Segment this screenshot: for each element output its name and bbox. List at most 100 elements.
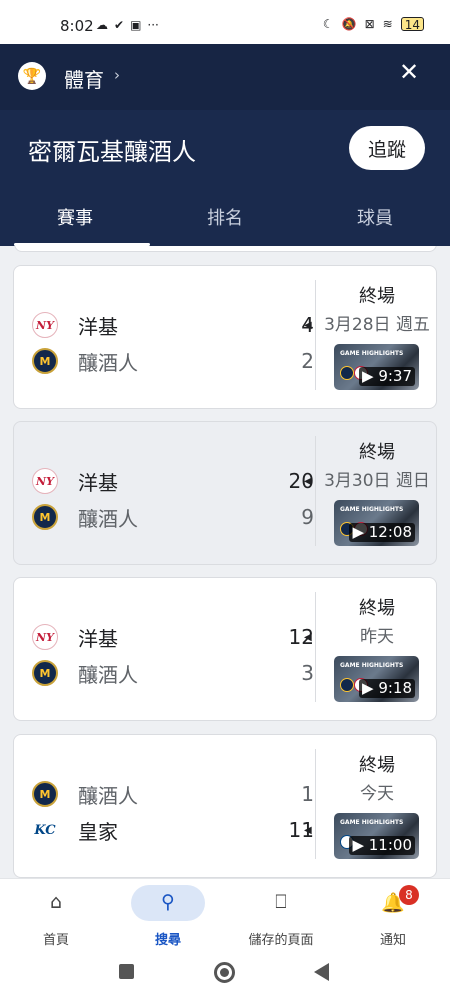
card-divider: [315, 436, 316, 546]
highlight-label: GAME HIGHLIGHTS: [340, 662, 404, 669]
check-circle-icon: ✔: [114, 18, 125, 32]
more-icon: ···: [147, 18, 159, 32]
tab-players[interactable]: 球員: [300, 198, 450, 246]
brewers-logo-icon: M: [32, 504, 58, 530]
team-row: M 釀酒人 3: [32, 658, 314, 688]
bottom-nav: ⌂ 首頁 ⚲ 搜尋 ⎕ 儲存的頁面 🔔 8 通知: [0, 878, 450, 954]
game-status: 終場: [359, 598, 395, 619]
game-date: 3月28日 週五: [324, 315, 430, 335]
recents-icon[interactable]: [119, 964, 134, 979]
team-row: M 釀酒人 9: [32, 502, 314, 532]
team-row: NY 洋基 12: [32, 622, 314, 652]
bookmark-icon: ⎕: [275, 891, 287, 913]
status-icons-left: ☁ ✔ ▣ ···: [96, 18, 159, 32]
briefcase-icon: ▣: [130, 18, 142, 32]
highlight-label: GAME HIGHLIGHTS: [340, 819, 404, 826]
team-score: 9: [301, 505, 314, 529]
status-time: 8:02: [60, 17, 94, 35]
brewers-logo-icon: M: [32, 348, 58, 374]
winner-arrow-icon: ◀: [304, 320, 312, 331]
highlight-label: GAME HIGHLIGHTS: [340, 506, 404, 513]
team-score: 2: [301, 349, 314, 373]
bell-icon: 🔔: [381, 892, 405, 914]
yankees-logo-icon: NY: [32, 624, 58, 650]
play-icon: ▶: [362, 679, 379, 697]
team-row: NY 洋基 4: [32, 310, 314, 340]
team-row: NY 洋基 20: [32, 466, 314, 496]
play-icon: ▶: [352, 836, 369, 854]
back-icon[interactable]: [314, 963, 329, 981]
yankees-logo-icon: NY: [32, 312, 58, 338]
nav-home[interactable]: ⌂ 首頁: [0, 879, 112, 955]
highlight-video-thumbnail[interactable]: GAME HIGHLIGHTS ▶ 11:00: [334, 813, 419, 859]
trophy-icon[interactable]: 🏆: [18, 62, 46, 90]
mute-icon: 🔕: [341, 17, 357, 31]
home-button-icon[interactable]: [214, 962, 235, 983]
game-date: 昨天: [360, 627, 394, 647]
brewers-mini-logo-icon: [340, 366, 354, 380]
status-icons-right: ☾ 🔕 ⊠ ≋ 14: [322, 17, 424, 32]
cloud-icon: ☁: [96, 18, 108, 32]
moon-icon: ☾: [322, 17, 334, 31]
winner-arrow-icon: ◀: [304, 476, 312, 487]
winner-arrow-icon: ◀: [304, 825, 312, 836]
team-name: 洋基: [78, 470, 118, 495]
team-title: 密爾瓦基釀酒人: [28, 138, 196, 166]
battery-icon: 14: [400, 17, 424, 32]
highlight-video-thumbnail[interactable]: GAME HIGHLIGHTS ▶ 12:08: [334, 500, 419, 546]
duration-text: 9:18: [378, 679, 412, 697]
winner-arrow-icon: ◀: [304, 632, 312, 643]
tab-games[interactable]: 賽事: [0, 198, 150, 246]
card-divider: [315, 592, 316, 702]
no-sim-icon: ⊠: [364, 17, 375, 31]
play-icon: ▶: [352, 523, 369, 541]
games-list[interactable]: NY 洋基 4 ◀ M 釀酒人 2 終場 3月28日 週五 GAME HIGHL…: [0, 246, 450, 878]
team-name: 釀酒人: [78, 662, 138, 687]
duration-text: 12:08: [368, 523, 412, 541]
notification-badge: 8: [399, 885, 419, 905]
team-score: 1: [301, 782, 314, 806]
card-divider: [315, 280, 316, 390]
nav-search[interactable]: ⚲ 搜尋: [112, 879, 224, 955]
duration-text: 11:00: [368, 836, 412, 854]
game-card[interactable]: NY 洋基 4 ◀ M 釀酒人 2 終場 3月28日 週五 GAME HIGHL…: [13, 265, 437, 409]
nav-notifications[interactable]: 🔔 8 通知: [337, 879, 449, 955]
team-name: 釀酒人: [78, 783, 138, 808]
game-card-partial[interactable]: [14, 246, 437, 252]
card-divider: [315, 749, 316, 859]
team-row: KC 皇家 11: [32, 815, 314, 845]
royals-logo-icon: KC: [32, 817, 58, 843]
game-card[interactable]: M 釀酒人 1 KC 皇家 11 ◀ 終場 今天 GAME HIGHLIGHTS…: [13, 734, 437, 878]
duration-text: 9:37: [378, 367, 412, 385]
team-row: M 釀酒人 2: [32, 346, 314, 376]
team-name: 皇家: [78, 819, 118, 844]
search-icon: ⚲: [161, 891, 175, 913]
status-bar: 8:02 ☁ ✔ ▣ ··· ☾ 🔕 ⊠ ≋ 14: [0, 0, 450, 44]
team-header: 🏆 體育 › ✕ 密爾瓦基釀酒人 追蹤 賽事 排名 球員: [0, 44, 450, 246]
brewers-mini-logo-icon: [340, 678, 354, 692]
team-row: M 釀酒人 1: [32, 779, 314, 809]
team-name: 洋基: [78, 626, 118, 651]
video-duration: ▶ 11:00: [349, 836, 415, 855]
sport-title[interactable]: 體育: [64, 64, 104, 93]
game-card[interactable]: NY 洋基 12 ◀ M 釀酒人 3 終場 昨天 GAME HIGHLIGHTS…: [13, 577, 437, 721]
highlight-video-thumbnail[interactable]: GAME HIGHLIGHTS ▶ 9:18: [334, 656, 419, 702]
game-status: 終場: [359, 442, 395, 463]
highlight-label: GAME HIGHLIGHTS: [340, 350, 404, 357]
team-name: 釀酒人: [78, 506, 138, 531]
follow-button[interactable]: 追蹤: [349, 126, 425, 170]
chevron-right-icon[interactable]: ›: [114, 66, 120, 84]
close-icon[interactable]: ✕: [394, 58, 424, 88]
team-name: 釀酒人: [78, 350, 138, 375]
tab-standings[interactable]: 排名: [150, 198, 300, 246]
game-status: 終場: [359, 286, 395, 307]
tab-bar: 賽事 排名 球員: [0, 198, 450, 246]
team-score: 3: [301, 661, 314, 685]
home-icon: ⌂: [49, 891, 63, 913]
nav-saved-pages[interactable]: ⎕ 儲存的頁面: [225, 879, 337, 955]
game-card[interactable]: NY 洋基 20 ◀ M 釀酒人 9 終場 3月30日 週日 GAME HIGH…: [13, 421, 437, 565]
highlight-video-thumbnail[interactable]: GAME HIGHLIGHTS ▶ 9:37: [334, 344, 419, 390]
nav-label: 儲存的頁面: [248, 933, 314, 948]
brewers-logo-icon: M: [32, 660, 58, 686]
wifi-icon: ≋: [382, 17, 393, 31]
